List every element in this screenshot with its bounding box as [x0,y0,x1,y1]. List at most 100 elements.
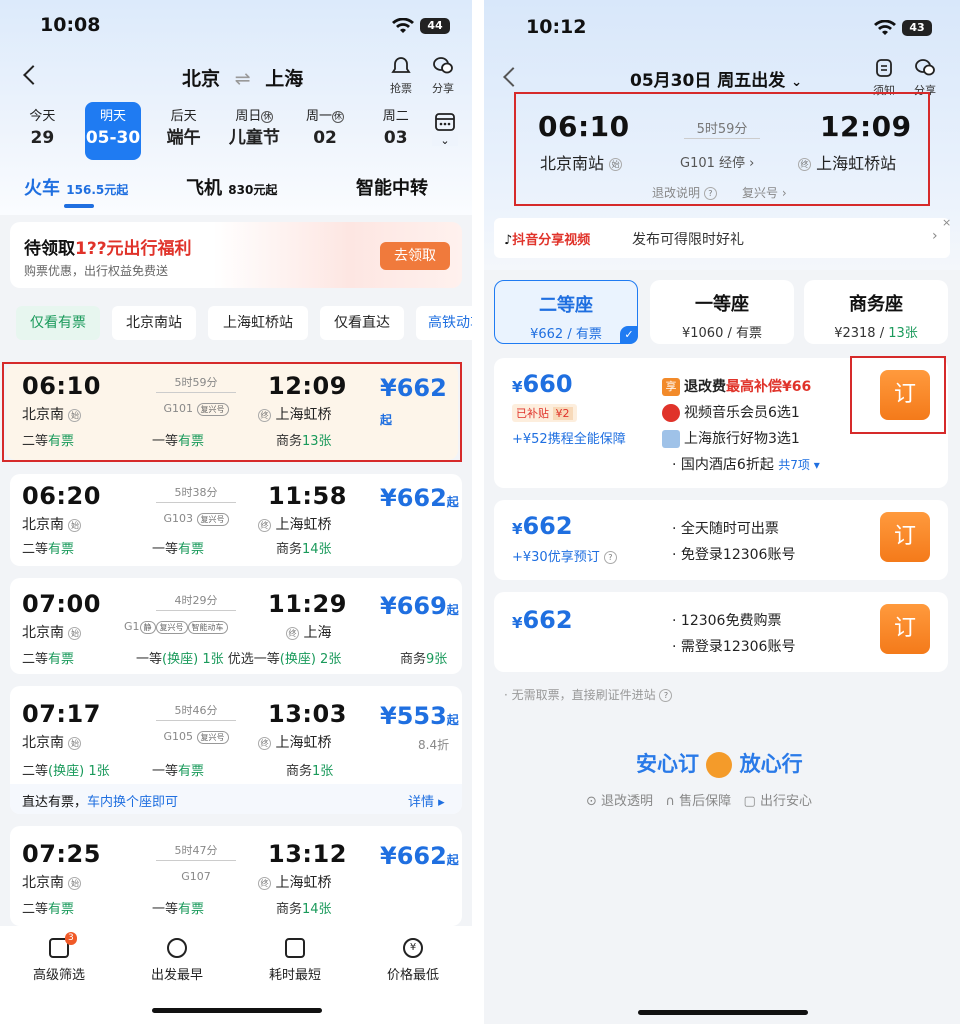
train-number: G1 静复兴号 智能动车 [124,620,274,634]
feature-refund: 享退改费最高补偿¥66 [662,376,811,396]
duration: 4时29分 [174,594,218,607]
departure-station: 北京南 始 [22,514,82,534]
train-number: G103 复兴号 [136,512,256,526]
train-number: G107 [181,870,211,883]
terminus-badge: 终 [798,158,811,171]
change-seat-note[interactable]: 直达有票，车内换个座即可 详情 ▸ [10,784,462,814]
seat-class-first[interactable]: 一等座 ¥1060 / 有票 [650,280,794,344]
help-icon: ? [603,551,617,564]
grab-ticket-label: 抢票 [390,82,412,95]
grab-ticket-button[interactable]: 抢票 [386,56,416,96]
route-title[interactable]: 北京 ⇌ 上海 [182,64,303,91]
seat-business: 商务14张 [276,902,332,917]
train-card[interactable]: 07:17 北京南 始 5时46分 G105 复兴号 13:03 终 上海虹桥 … [10,686,462,814]
departure-station: 北京南站 始 [540,150,623,174]
seat-class-second[interactable]: 二等座 ¥662 / 有票 ✓ [494,280,638,344]
arrival-time: 13:12 [268,840,347,868]
ticket-price: ¥553起 [380,702,459,730]
sort-earliest[interactable]: 出发最早 [122,938,232,983]
train-card[interactable]: 07:00 北京南 始 4时29分 G1 静复兴号 智能动车 11:29 终 上海 … [10,578,462,674]
discount: 8.4折 [418,738,450,752]
hourglass-icon [285,938,305,958]
tab-train[interactable]: 火车 156.5元起 [24,174,128,200]
filter-chip-highspeed[interactable]: 高铁动车 [416,306,472,340]
departure-station: 北京南 始 [22,732,82,752]
date-item[interactable]: 今天 29 [14,102,71,162]
origin-badge: 始 [68,876,82,890]
train-card[interactable]: 07:25 北京南 始 5时47分 G107 13:12 终 上海虹桥 ¥662… [10,826,462,926]
date-item[interactable]: 周一休 02 [297,102,354,162]
filter-chips: 仅看有票 北京南站 上海虹桥站 仅看直达 高铁动车 [16,306,472,340]
stops-link[interactable]: G101 经停 › [680,152,754,171]
feature-login: · 免登录12306账号 [672,547,796,563]
safe-travel-icon: ▢ [743,794,756,809]
departure-time: 06:20 [22,482,101,510]
filter-icon: 3 [49,932,77,958]
terminus-badge: 终 [258,518,271,532]
help-icon: ? [703,187,717,200]
swap-icon[interactable]: ⇌ [235,68,251,90]
terminus-badge: 终 [286,626,299,640]
calendar-button[interactable]: ⌄ [432,110,458,146]
details-link[interactable]: 详情 ▸ [408,791,445,810]
status-time: 10:08 [40,14,101,36]
duration: 5时46分 [174,704,218,717]
booking-option: ¥662 · 12306免费购票 · 需登录12306账号 订 [494,592,948,672]
sort-advanced-filter[interactable]: 3 高级筛选 [4,932,114,983]
chevron-down-icon: ⌄ [791,75,803,90]
filter-chip-available[interactable]: 仅看有票 [16,306,100,340]
feature-hotel: · 国内酒店6折起 共7项 ▾ [672,457,820,473]
filter-count-badge: 3 [65,932,77,945]
share-button[interactable]: 分享 [428,56,458,96]
selected-check-icon: ✓ [620,326,638,344]
sort-bar: 3 高级筛选 出发最早 耗时最短 ¥ 价格最低 [0,926,472,1024]
arrival-station: 终 上海虹桥 [258,732,331,752]
claim-button[interactable]: 去领取 [380,242,450,270]
douyin-banner[interactable]: ♪抖音分享视频 发布可得限时好礼 › × [494,216,951,258]
date-item-selected[interactable]: 明天 05-30 [84,102,142,160]
filter-chip-station[interactable]: 北京南站 [112,306,196,340]
train-card[interactable]: 06:20 北京南 始 5时38分 G103 复兴号 11:58 终 上海虹桥 … [10,474,462,566]
seat-class-business[interactable]: 商务座 ¥2318 / 13张 [804,280,948,344]
refund-rules-link[interactable]: 退改说明 ? [652,184,717,201]
priority-addon[interactable]: +¥30优享预订 ? [512,546,617,565]
highlight-box [2,362,462,462]
subsidy-tag: 已补贴 ¥2 [512,404,577,422]
help-icon: ? [659,689,673,702]
feature-ticketing: · 全天随时可出票 [672,521,779,537]
wifi-icon [392,18,414,33]
travel-date-selector[interactable]: 05月30日 周五出发 ⌄ [630,66,802,91]
ticket-price: ¥669起 [380,592,459,620]
sort-cheapest[interactable]: ¥ 价格最低 [358,938,468,983]
seat-second: 二等(换座) 1张 [22,764,110,779]
feature-goods: 上海旅行好物3选1 [662,428,800,448]
chevron-down-icon: ⌄ [440,134,450,147]
seat-business: 商务1张 [286,764,334,779]
option-price: ¥662 [512,512,573,540]
insurance-addon[interactable]: +¥52携程全能保障 [512,428,626,447]
close-icon[interactable]: × [942,216,951,229]
book-button[interactable]: 订 [880,512,930,562]
tab-transfer[interactable]: 智能中转 [356,174,428,200]
filter-chip-direct[interactable]: 仅看直达 [320,306,404,340]
duration: 5时47分 [174,844,218,857]
origin-badge: 始 [68,626,82,640]
departure-time: 07:17 [22,700,101,728]
arrival-time: 12:09 [820,110,912,143]
refund-transparent-icon: ⊙ [586,794,597,809]
route-line [156,720,236,721]
filter-chip-station[interactable]: 上海虹桥站 [208,306,308,340]
tab-flight[interactable]: 飞机 830元起 [186,174,277,200]
train-type-link[interactable]: 复兴号 › [742,184,787,201]
share-label: 分享 [432,82,454,95]
date-item[interactable]: 后天 端午 [155,102,212,162]
share-chat-icon [433,57,453,74]
date-item[interactable]: 周二 03 [367,102,424,162]
book-button[interactable]: 订 [880,604,930,654]
sort-shortest[interactable]: 耗时最短 [240,938,350,983]
date-item[interactable]: 周日休儿童节 [226,102,283,162]
slogan: 安心订 放心行 [636,752,803,778]
promo-banner[interactable]: 待领取1??元出行福利 购票优惠，出行权益免费送 去领取 [10,222,462,288]
more-features-link[interactable]: 共7项 ▾ [778,458,819,472]
holiday-badge: 休 [261,110,274,123]
